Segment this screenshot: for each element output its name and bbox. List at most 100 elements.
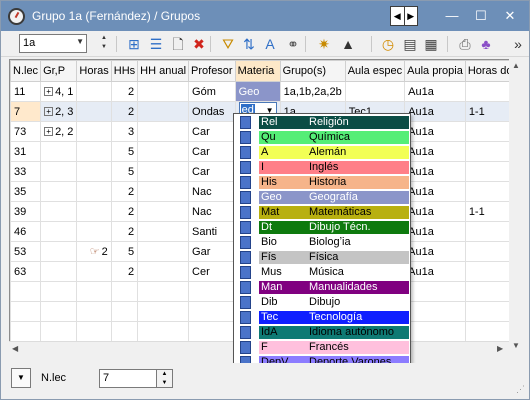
grid-cell[interactable]: Au1a [404, 201, 466, 222]
column-header[interactable]: Aula propia [404, 60, 466, 82]
grid-cell[interactable] [137, 181, 190, 202]
grid-cell[interactable]: 2 [110, 201, 139, 222]
grid-cell[interactable] [137, 281, 190, 302]
expand-plus-icon[interactable]: + [44, 107, 54, 117]
expand-details-button[interactable]: ▼ [11, 368, 31, 388]
grid-cell[interactable] [40, 281, 78, 302]
expand-plus-icon[interactable]: + [44, 127, 54, 137]
filter-icon[interactable]: ⛛ [219, 35, 237, 53]
grid-cell[interactable] [76, 181, 112, 202]
previous-record-button[interactable]: ◀ [391, 7, 404, 25]
grid-cell[interactable]: 35 [10, 181, 42, 202]
grid-cell[interactable]: 5 [110, 161, 139, 182]
grid-cell[interactable]: 46 [10, 221, 42, 242]
lesson-number-spinner[interactable]: ▲ ▼ [157, 369, 173, 388]
new-document-icon[interactable]: 🗋 [169, 35, 187, 53]
resize-grip-icon[interactable]: ⋰ [516, 384, 525, 395]
column-header[interactable]: N.lec [10, 60, 42, 82]
subject-option[interactable]: IdA Idioma autónomo [234, 325, 410, 340]
column-header[interactable]: Horas [76, 60, 112, 82]
grid-cell[interactable]: 31 [10, 141, 42, 162]
maximize-button[interactable]: ☐ [471, 7, 491, 25]
vertical-scrollbar[interactable]: ▲ ▼ [509, 59, 523, 355]
grid-cell[interactable] [188, 321, 236, 342]
grid-cell[interactable]: Santi [188, 221, 236, 242]
grid-cell[interactable]: 11 [10, 81, 42, 102]
grid-cell[interactable]: Au1a [404, 241, 466, 262]
lesson-row[interactable]: 11 +4, 1 2 Góm Geo 1a,1b,2a,2b Au1a [10, 81, 522, 102]
grid-cell[interactable] [40, 301, 78, 322]
subject-option[interactable]: A Alemán [234, 145, 410, 160]
grid-cell[interactable] [76, 81, 112, 102]
grid-cell[interactable] [137, 221, 190, 242]
next-record-button[interactable]: ▶ [403, 7, 418, 25]
grid-cell[interactable] [137, 101, 190, 122]
chevron-down-icon[interactable]: ▼ [76, 37, 84, 46]
grid-cell[interactable]: 63 [10, 261, 42, 282]
lesson-number-field[interactable]: 7 [99, 369, 157, 388]
grid-cell[interactable] [40, 161, 78, 182]
grid-cell[interactable] [404, 281, 466, 302]
class-spinner[interactable]: ▲ ▼ [99, 34, 109, 53]
grid-cell[interactable] [137, 261, 190, 282]
grid-cell[interactable]: Ondas [188, 101, 236, 122]
grid-cell[interactable]: 33 [10, 161, 42, 182]
grid-cell[interactable] [76, 281, 112, 302]
grid-cell[interactable] [137, 321, 190, 342]
grid-cell[interactable] [188, 281, 236, 302]
column-header[interactable]: Aula espec [344, 60, 406, 82]
grid-cell[interactable]: 5 [110, 241, 139, 262]
minimize-button[interactable]: — [442, 7, 462, 25]
grid-cell[interactable]: Nac [188, 201, 236, 222]
grid-cell[interactable] [76, 141, 112, 162]
grid-cell[interactable]: 39 [10, 201, 42, 222]
subject-option[interactable]: Rel Religión [234, 115, 410, 130]
spin-up-icon[interactable]: ▲ [99, 34, 109, 43]
grid-cell[interactable]: 2 [110, 221, 139, 242]
expand-plus-icon[interactable]: + [44, 87, 54, 97]
column-header[interactable]: HH anual [137, 60, 190, 82]
subject-option[interactable]: Geo Geografía [234, 190, 410, 205]
calendar-icon[interactable]: ▤ [401, 35, 419, 53]
subject-option[interactable]: Mat Matemáticas [234, 205, 410, 220]
people-icon[interactable]: ♣ [477, 35, 495, 53]
grid-cell[interactable] [76, 321, 112, 342]
spelling-icon[interactable]: A [261, 35, 279, 53]
grid-cell[interactable] [76, 261, 112, 282]
grid-cell[interactable]: Góm [188, 81, 236, 102]
grid-cell[interactable] [344, 81, 406, 102]
graduation-cap-icon[interactable]: ▲ [339, 35, 357, 53]
grid-cell[interactable]: 1a,1b,2a,2b [279, 81, 346, 102]
subject-option[interactable]: Tec Tecnología [234, 310, 410, 325]
print-preview-icon[interactable]: ⎙ [456, 35, 474, 53]
grid-cell[interactable] [137, 241, 190, 262]
grid-cell[interactable]: Car [188, 121, 236, 142]
subject-option[interactable]: Bio Biologʼia [234, 235, 410, 250]
grid-cell[interactable] [188, 301, 236, 322]
grid-cell[interactable] [76, 161, 112, 182]
grid-cell[interactable] [76, 201, 112, 222]
clock-icon[interactable]: ◷ [379, 35, 397, 53]
grid-cell[interactable]: 53 [10, 241, 42, 262]
subject-option[interactable]: Dib Dibujo [234, 295, 410, 310]
grid-cell[interactable] [10, 301, 42, 322]
grid-cell[interactable]: Gar [188, 241, 236, 262]
subject-option[interactable]: Man Manualidades [234, 280, 410, 295]
grid-cell[interactable] [40, 181, 78, 202]
grid-cell[interactable] [10, 321, 42, 342]
grid-cell[interactable] [137, 141, 190, 162]
subject-option[interactable]: I Inglés [234, 160, 410, 175]
sort-icon[interactable]: ⇅ [240, 35, 258, 53]
scroll-up-icon[interactable]: ▲ [512, 61, 520, 70]
column-header[interactable]: Materia [234, 60, 281, 82]
grid-cell[interactable]: ☞ 2 [76, 241, 112, 262]
grid-cell[interactable] [76, 301, 112, 322]
grid-cell[interactable] [137, 161, 190, 182]
grid-cell[interactable]: Car [188, 141, 236, 162]
column-header[interactable]: Profesor [188, 60, 236, 82]
subject-option[interactable]: Dt Dibujo Técn. [234, 220, 410, 235]
grid-cell[interactable] [137, 301, 190, 322]
grid-cell[interactable] [137, 121, 190, 142]
grid-cell[interactable] [76, 221, 112, 242]
grid-cell[interactable] [137, 81, 190, 102]
